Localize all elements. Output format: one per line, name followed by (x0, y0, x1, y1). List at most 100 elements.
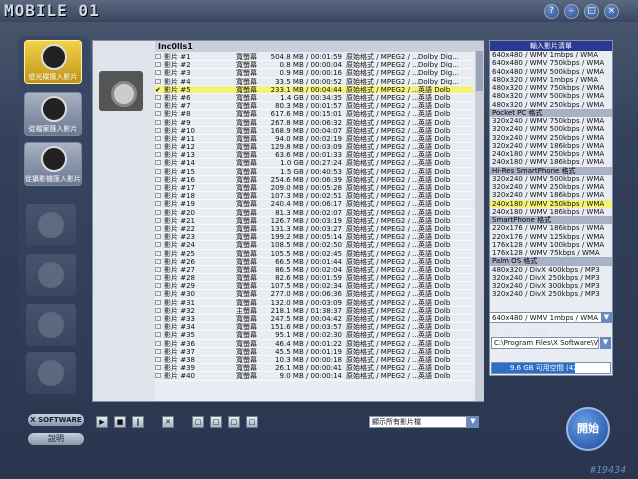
current-format-select[interactable]: 640x480 / WMV 1mbps / WMA (489, 312, 603, 323)
show-all-select[interactable]: 顯示所有影片檔 (369, 416, 467, 428)
table-row[interactable]: ☐ 影片 #25 寬螢幕 105.5 MB / 00:02:45 原始格式 / MPEG… (155, 250, 473, 258)
row-checkbox[interactable]: ☐ (155, 274, 164, 281)
row-checkbox[interactable]: ☐ (155, 241, 164, 248)
help-button[interactable]: 說明 (28, 433, 84, 445)
format-option[interactable]: 320x240 / DivX 250kbps / MP3 (490, 274, 612, 282)
format-option[interactable]: 320x240 / DivX 250kbps / MP3 (490, 290, 612, 298)
stop-icon[interactable]: ■ (114, 416, 126, 428)
table-row[interactable]: ☐ 影片 #6 寬螢幕 1.4 GB / 00:34:35 原始格式 / MPEG2 /… (155, 94, 473, 103)
format-option[interactable]: 320x240 / WMV 750kbps / WMA (490, 117, 612, 125)
edit-button[interactable] (26, 304, 76, 346)
import-from-disc-button[interactable]: 從光碟匯入影片 (24, 40, 82, 84)
row-checkbox[interactable]: ☐ (155, 176, 164, 183)
format-option[interactable]: 240x180 / WMV 250kbps / WMA (490, 150, 612, 158)
row-checkbox[interactable]: ☐ (155, 151, 164, 158)
table-row[interactable]: ☐ 影片 #3 寬螢幕 0.9 MB / 00:00:16 原始格式 / MPEG2 /… (155, 69, 473, 78)
view-small-icon[interactable]: □ (192, 416, 204, 428)
maximize-button[interactable]: □ (584, 4, 599, 19)
row-checkbox[interactable]: ☐ (155, 102, 164, 109)
table-row[interactable]: ☐ 影片 #1 寬螢幕 504.8 MB / 00:01:59 原始格式 / MPEG2… (155, 53, 473, 62)
format-option[interactable]: 480x320 / WMV 1mbps / WMA (490, 76, 612, 84)
format-option[interactable]: 480x320 / WMV 250kbps / WMA (490, 101, 612, 109)
row-checkbox[interactable]: ☐ (155, 159, 164, 166)
format-option[interactable]: 240x180 / WMV 250kbps / WMA (490, 199, 612, 208)
row-checkbox[interactable]: ☐ (155, 192, 164, 199)
table-row[interactable]: ☐ 影片 #15 寬螢幕 1.5 GB / 00:40:53 原始格式 / MPEG2 … (155, 168, 473, 176)
format-option[interactable]: 240x180 / WMV 186kbps / WMA (490, 158, 612, 166)
format-option[interactable]: 640x480 / WMV 500kbps / WMA (490, 68, 612, 76)
table-row[interactable]: ☐ 影片 #16 寬螢幕 254.6 MB / 00:06:39 原始格式 / MPEG… (155, 176, 473, 184)
row-checkbox[interactable]: ☐ (155, 258, 164, 265)
row-checkbox[interactable]: ☐ (155, 135, 164, 142)
minimize-button[interactable]: – (564, 4, 579, 19)
row-checkbox[interactable]: ☐ (155, 200, 164, 207)
table-row[interactable]: ☐ 影片 #20 寬螢幕 81.3 MB / 00:02:07 原始格式 / MPEG2… (155, 209, 473, 217)
table-row[interactable]: ☐ 影片 #40 寬螢幕 9.0 MB / 00:00:14 原始格式 / MPEG2 … (155, 372, 473, 381)
row-checkbox[interactable]: ☐ (155, 168, 164, 175)
chevron-down-icon[interactable]: ▼ (467, 416, 479, 428)
help-window-button[interactable]: ? (544, 4, 559, 19)
table-row[interactable]: ☐ 影片 #38 寬螢幕 10.3 MB / 00:00:18 原始格式 / MPEG2… (155, 356, 473, 365)
start-button[interactable]: 開始 (566, 407, 610, 451)
format-option[interactable]: 176x128 / WMV 75kbps / WMA (490, 249, 612, 257)
table-row[interactable]: ☐ 影片 #36 寬螢幕 46.4 MB / 00:01:22 原始格式 / MPEG2… (155, 340, 473, 348)
table-row[interactable]: ☐ 影片 #30 寬螢幕 277.0 MB / 00:06:36 原始格式 / MPEG… (155, 290, 473, 299)
table-row[interactable]: ☐ 影片 #8 寬螢幕 617.6 MB / 00:15:01 原始格式 / MPEG2… (155, 110, 473, 119)
row-checkbox[interactable]: ☐ (155, 323, 164, 330)
row-checkbox[interactable]: ☐ (155, 356, 164, 363)
table-row[interactable]: ☐ 影片 #19 寬螢幕 240.4 MB / 00:06:17 原始格式 / MPEG… (155, 200, 473, 209)
row-checkbox[interactable]: ☐ (155, 217, 164, 224)
format-option[interactable]: 480x320 / WMV 750kbps / WMA (490, 84, 612, 92)
row-checkbox[interactable]: ☐ (155, 250, 164, 257)
row-checkbox[interactable]: ☐ (155, 53, 164, 60)
table-row[interactable]: ☐ 影片 #14 寬螢幕 1.0 GB / 00:27:24 原始格式 / MPEG2 … (155, 159, 473, 168)
import-from-file-button[interactable]: 從檔案匯入影片 (24, 92, 82, 136)
format-option[interactable]: 480x320 / WMV 500kbps / WMA (490, 92, 612, 100)
row-checkbox[interactable]: ☐ (155, 69, 164, 76)
table-row[interactable]: ☐ 影片 #29 寬螢幕 107.5 MB / 00:02:34 原始格式 / MPEG… (155, 282, 473, 291)
table-row[interactable]: ☐ 影片 #2 寬螢幕 0.8 MB / 00:00:04 原始格式 / MPEG2 /… (155, 61, 473, 70)
format-option[interactable]: 640x480 / WMV 750kbps / WMA (490, 59, 612, 67)
row-checkbox[interactable]: ☐ (155, 372, 164, 379)
format-option[interactable]: 640x480 / WMV 1mbps / WMA (490, 51, 612, 59)
xsoftware-button[interactable]: X SOFTWARE (28, 414, 84, 426)
row-checkbox[interactable]: ☐ (155, 233, 164, 240)
row-checkbox[interactable]: ☐ (155, 143, 164, 150)
row-checkbox[interactable]: ☐ (155, 61, 164, 68)
row-checkbox[interactable]: ☐ (155, 110, 164, 117)
format-option[interactable]: 240x180 / WMV 186kbps / WMA (490, 208, 612, 216)
format-option[interactable]: 320x240 / WMV 250kbps / WMA (490, 183, 612, 191)
format-option[interactable]: 220x176 / WMV 186kbps / WMA (490, 224, 612, 232)
view-large-icon[interactable]: □ (228, 416, 240, 428)
table-row[interactable]: ☐ 影片 #4 寬螢幕 33.5 MB / 00:00:52 原始格式 / MPEG2 … (155, 78, 473, 86)
play-icon[interactable]: ▶ (96, 416, 108, 428)
row-checkbox[interactable]: ✔ (155, 86, 164, 93)
table-row[interactable]: ☐ 影片 #12 寬螢幕 129.8 MB / 00:03:09 原始格式 / MPEG… (155, 143, 473, 152)
table-row[interactable]: ☐ 影片 #26 寬螢幕 66.5 MB / 00:01:44 原始格式 / MPEG2… (155, 258, 473, 266)
row-checkbox[interactable]: ☐ (155, 94, 164, 101)
format-option[interactable]: 320x240 / WMV 186kbps / WMA (490, 191, 612, 199)
export-video-button[interactable] (26, 254, 76, 296)
row-checkbox[interactable]: ☐ (155, 290, 164, 297)
format-option[interactable]: 220x176 / WMV 125kbps / WMA (490, 233, 612, 241)
pause-icon[interactable]: ‖ (132, 416, 144, 428)
format-option[interactable]: 480x320 / DivX 400kbps / MP3 (490, 266, 612, 274)
delete-icon[interactable]: ✕ (162, 416, 174, 428)
table-row[interactable]: ☐ 影片 #18 寬螢幕 107.3 MB / 00:02:51 原始格式 / MPEG… (155, 192, 473, 201)
row-checkbox[interactable]: ☐ (155, 127, 164, 134)
row-checkbox[interactable]: ☐ (155, 348, 164, 355)
table-row[interactable]: ☐ 影片 #33 寬螢幕 247.5 MB / 00:04:42 原始格式 / MPEG… (155, 315, 473, 324)
row-checkbox[interactable]: ☐ (155, 78, 164, 85)
file-list-scrollbar[interactable] (475, 41, 484, 401)
format-option[interactable]: 320x240 / WMV 500kbps / WMA (490, 125, 612, 133)
table-row[interactable]: ☐ 影片 #39 寬螢幕 26.1 MB / 00:00:41 原始格式 / MPEG2… (155, 364, 473, 373)
row-checkbox[interactable]: ☐ (155, 184, 164, 191)
table-row[interactable]: ☐ 影片 #17 寬螢幕 209.0 MB / 00:05:28 原始格式 / MPEG… (155, 184, 473, 193)
table-row[interactable]: ☐ 影片 #31 寬螢幕 132.0 MB / 00:03:09 原始格式 / MPEG… (155, 299, 473, 307)
format-option[interactable]: 320x240 / DivX 300kbps / MP3 (490, 282, 612, 290)
row-checkbox[interactable]: ☐ (155, 209, 164, 216)
table-row[interactable]: ☐ 影片 #35 寬螢幕 95.1 MB / 00:02:30 原始格式 / MPEG2… (155, 331, 473, 340)
chevron-down-icon[interactable]: ▼ (601, 312, 612, 323)
library-folder-select[interactable]: C:\Program Files\X Software\Video (491, 337, 599, 349)
burn-disc-button[interactable] (26, 204, 76, 246)
